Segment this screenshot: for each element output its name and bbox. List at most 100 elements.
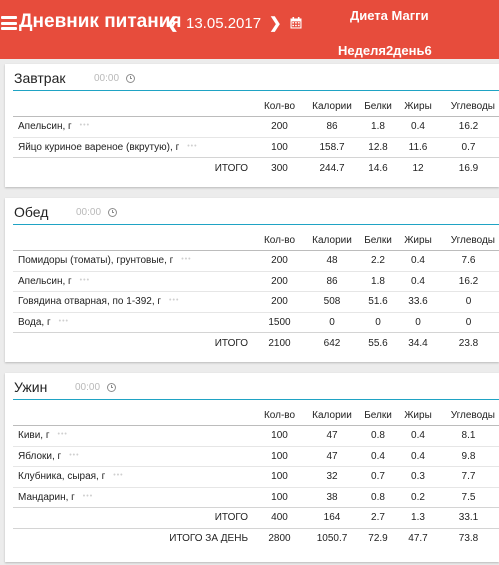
more-options-icon[interactable]: ••• [69, 452, 79, 459]
food-name: Апельсин, г [18, 275, 72, 287]
table-header-row: Кол-во Калории Белки Жиры Углеводы [13, 230, 499, 251]
food-name: Киви, г [18, 430, 50, 442]
meal-total-row: ИТОГО 300 244.7 14.6 12 16.9 [13, 157, 499, 178]
meal-header: Обед 00:00 [13, 198, 499, 225]
column-header-qty: Кол-во [263, 409, 296, 421]
food-qty: 100 [253, 466, 306, 487]
more-options-icon[interactable]: ••• [80, 277, 90, 284]
total-qty: 400 [253, 507, 306, 528]
food-cal: 47 [306, 425, 358, 446]
food-carbs: 8.1 [438, 425, 499, 446]
meal-time[interactable]: 00:00 [94, 73, 119, 84]
diet-week-day: Неделя2день6 [338, 43, 432, 58]
more-options-icon[interactable]: ••• [59, 318, 69, 325]
food-qty: 200 [253, 291, 306, 312]
food-fat: 0.4 [398, 116, 438, 137]
food-qty: 200 [253, 250, 306, 271]
clock-icon[interactable] [107, 383, 116, 392]
column-header-carbs: Углеводы [450, 234, 495, 246]
meal-total-label: ИТОГО [13, 507, 253, 528]
total-fat: 1.3 [398, 507, 438, 528]
food-cal: 48 [306, 250, 358, 271]
food-name: Яблоки, г [18, 450, 62, 462]
app-title: Дневник питания [19, 11, 182, 32]
food-row[interactable]: Яйцо куриное вареное (вкрутую), г ••• 100 1… [13, 136, 499, 158]
meal-card: Обед 00:00 Кол-во Калории Белки Жиры Углеводы П… [5, 198, 499, 362]
food-fat: 0.2 [398, 486, 438, 508]
food-fat: 0.4 [398, 270, 438, 292]
food-fat: 0.3 [398, 466, 438, 487]
meal-name[interactable]: Обед [14, 204, 48, 220]
meal-name[interactable]: Завтрак [14, 70, 65, 86]
food-protein: 51.6 [358, 291, 398, 312]
meal-header: Завтрак 00:00 [13, 64, 499, 91]
column-header-cal: Калории [312, 409, 352, 421]
column-header-fat: Жиры [404, 409, 432, 421]
food-name: Говядина отварная, по 1-392, г [18, 296, 162, 308]
food-cal: 38 [306, 486, 358, 508]
total-protein: 2.7 [358, 507, 398, 528]
food-cal: 158.7 [306, 136, 358, 158]
more-options-icon[interactable]: ••• [58, 431, 68, 438]
food-fat: 0 [398, 311, 438, 333]
food-row[interactable]: Клубника, сырая, г ••• 100 32 0.7 0.3 7.7 [13, 466, 499, 487]
food-carbs: 0 [438, 291, 499, 312]
total-fat: 12 [398, 157, 438, 178]
food-protein: 0.8 [358, 425, 398, 446]
more-options-icon[interactable]: ••• [113, 472, 123, 479]
more-options-icon[interactable]: ••• [187, 143, 197, 150]
food-row[interactable]: Вода, г ••• 1500 0 0 0 0 [13, 311, 499, 333]
food-row[interactable]: Помидоры (томаты), грунтовые, г ••• 200 48 2… [13, 250, 499, 271]
food-name: Яйцо куриное вареное (вкрутую), г [18, 141, 180, 153]
food-row[interactable]: Апельсин, г ••• 200 86 1.8 0.4 16.2 [13, 270, 499, 292]
food-protein: 0.7 [358, 466, 398, 487]
meal-time[interactable]: 00:00 [75, 382, 100, 393]
food-fat: 0.4 [398, 445, 438, 467]
food-carbs: 0 [438, 311, 499, 333]
total-protein: 55.6 [358, 332, 398, 353]
food-carbs: 16.2 [438, 270, 499, 292]
clock-icon[interactable] [126, 74, 135, 83]
meal-name[interactable]: Ужин [14, 379, 47, 395]
current-date: 13.05.2017 [186, 15, 262, 32]
food-row[interactable]: Мандарин, г ••• 100 38 0.8 0.2 7.5 [13, 486, 499, 508]
app-header: Дневник питания ❮ 13.05.2017 ❯ Диета Маг… [0, 0, 499, 59]
meal-table: Кол-во Калории Белки Жиры Углеводы Помидоры (… [13, 230, 499, 353]
more-options-icon[interactable]: ••• [169, 297, 179, 304]
food-cal: 86 [306, 116, 358, 137]
table-header-row: Кол-во Калории Белки Жиры Углеводы [13, 405, 499, 426]
menu-icon[interactable] [1, 16, 17, 30]
meal-total-row: ИТОГО 400 164 2.7 1.3 33.1 [13, 507, 499, 528]
next-day-button[interactable]: ❯ [269, 15, 282, 33]
food-name: Апельсин, г [18, 121, 72, 133]
day-total-protein: 72.9 [358, 527, 398, 549]
food-row[interactable]: Говядина отварная, по 1-392, г ••• 200 508 5… [13, 291, 499, 312]
more-options-icon[interactable]: ••• [181, 256, 191, 263]
food-protein: 2.2 [358, 250, 398, 271]
meal-table: Кол-во Калории Белки Жиры Углеводы Апельсин, … [13, 96, 499, 178]
food-cal: 86 [306, 270, 358, 292]
meal-header: Ужин 00:00 [13, 373, 499, 400]
total-qty: 2100 [253, 332, 306, 353]
calendar-icon[interactable] [290, 17, 302, 29]
food-carbs: 7.7 [438, 466, 499, 487]
food-protein: 1.8 [358, 270, 398, 292]
prev-day-button[interactable]: ❮ [166, 15, 179, 33]
meal-table: Кол-во Калории Белки Жиры Углеводы Киви, г •••… [13, 405, 499, 549]
total-cal: 164 [306, 507, 358, 528]
food-row[interactable]: Яблоки, г ••• 100 47 0.4 0.4 9.8 [13, 445, 499, 467]
meal-total-label: ИТОГО [13, 157, 253, 178]
total-carbs: 33.1 [438, 507, 499, 528]
column-header-cal: Калории [312, 234, 352, 246]
meal-card: Ужин 00:00 Кол-во Калории Белки Жиры Углеводы К… [5, 373, 499, 562]
food-protein: 1.8 [358, 116, 398, 137]
total-protein: 14.6 [358, 157, 398, 178]
more-options-icon[interactable]: ••• [80, 122, 90, 129]
food-row[interactable]: Киви, г ••• 100 47 0.8 0.4 8.1 [13, 425, 499, 446]
more-options-icon[interactable]: ••• [83, 493, 93, 500]
food-row[interactable]: Апельсин, г ••• 200 86 1.8 0.4 16.2 [13, 116, 499, 137]
food-qty: 100 [253, 425, 306, 446]
clock-icon[interactable] [108, 208, 117, 217]
meal-time[interactable]: 00:00 [76, 207, 101, 218]
food-carbs: 7.6 [438, 250, 499, 271]
